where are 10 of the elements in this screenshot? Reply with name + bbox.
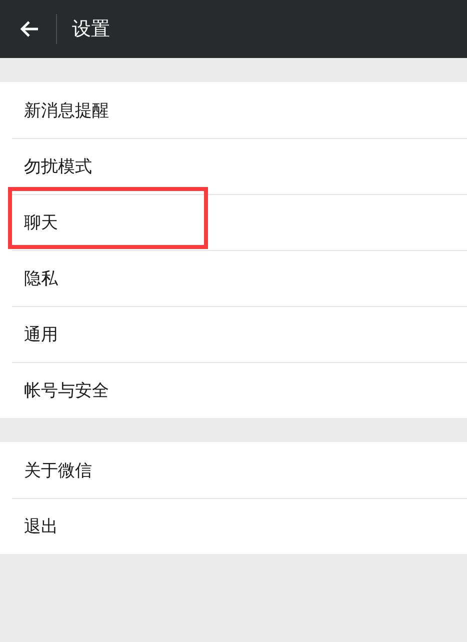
menu-item[interactable]: 帐号与安全: [24, 379, 109, 402]
menu-item[interactable]: 隐私: [24, 267, 58, 290]
menu-item[interactable]: 关于微信: [24, 458, 92, 482]
back-icon[interactable]: [19, 20, 39, 38]
menu-item[interactable]: 通用: [24, 323, 58, 346]
menu-item[interactable]: 勿扰模式: [24, 155, 92, 178]
menu-item[interactable]: 聊天: [24, 211, 58, 234]
header-title: 设置: [72, 17, 110, 42]
menu-item[interactable]: 退出: [24, 515, 58, 538]
menu-item[interactable]: 新消息提醒: [24, 98, 109, 122]
